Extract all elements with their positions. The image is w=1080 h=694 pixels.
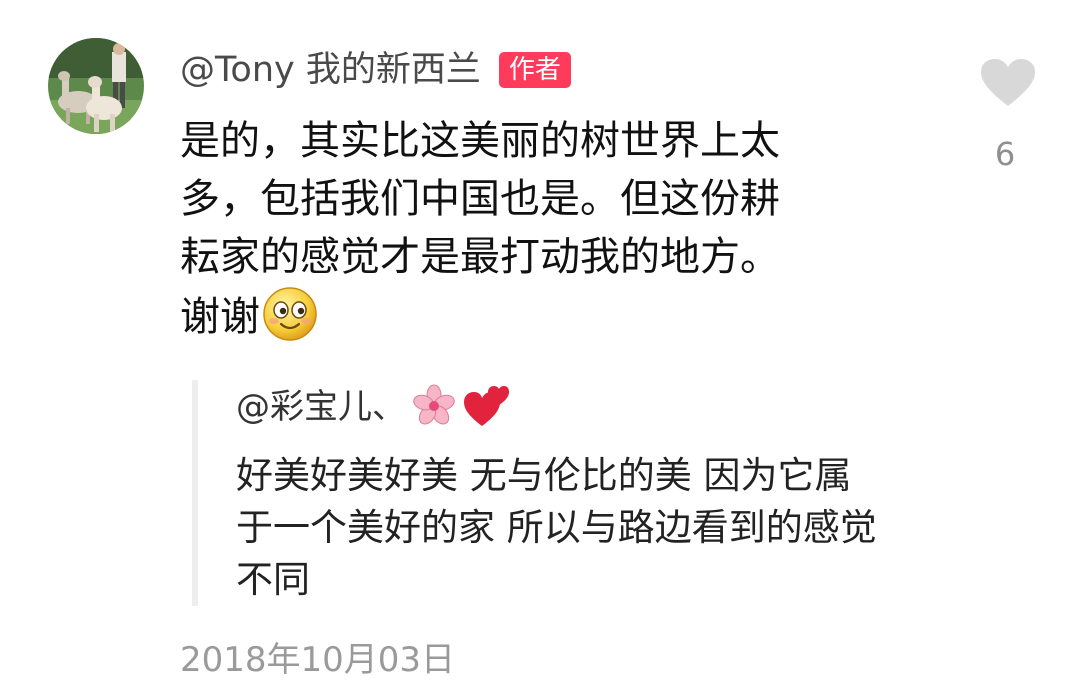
comment-body-line: 是的，其实比这美丽的树世界上太 (180, 118, 780, 164)
alpaca-photo-avatar-icon (48, 38, 144, 134)
comment-timestamp: 2018年10月03日 (180, 640, 456, 680)
quoted-body-line: 于一个美好的家 所以与路边看到的感觉 (236, 506, 877, 549)
quoted-body-line: 不同 (236, 558, 310, 601)
comment-body-line: 谢谢 (180, 286, 880, 346)
two-hearts-icon (462, 384, 510, 442)
like-count: 6 (994, 135, 1016, 173)
author-badge: 作者 (498, 52, 571, 88)
comment-body: 是的，其实比这美丽的树世界上太 多，包括我们中国也是。但这份耕 耘家的感觉才是最… (180, 112, 880, 346)
quoted-username[interactable]: @彩宝儿、 (236, 387, 406, 427)
comment-header: @Tony 我的新西兰 作者 (180, 44, 571, 96)
heart-icon (981, 59, 1035, 106)
avatar[interactable] (48, 38, 144, 134)
comment-username[interactable]: @Tony 我的新西兰 (180, 44, 481, 96)
comment-item: @Tony 我的新西兰 作者 是的，其实比这美丽的树世界上太 多，包括我们中国也… (0, 0, 1080, 694)
quoted-body: 好美好美好美 无与伦比的美 因为它属 于一个美好的家 所以与路边看到的感觉 不同 (236, 450, 1036, 606)
quoted-username-row: @彩宝儿、 (236, 382, 510, 442)
comment-body-line: 多，包括我们中国也是。但这份耕 (180, 176, 780, 222)
cherry-blossom-icon (412, 384, 456, 442)
smiley-face-icon (263, 287, 317, 341)
like-button[interactable]: 6 (980, 58, 1036, 174)
quoted-comment[interactable]: @彩宝儿、 好美好美好美 无与伦比的美 因为它属 于一个美好的家 所以与路边看到… (192, 380, 1038, 606)
quoted-body-line: 好美好美好美 无与伦比的美 因为它属 (236, 454, 852, 497)
comment-body-thanks: 谢谢 (180, 294, 260, 340)
comment-body-line: 耘家的感觉才是最打动我的地方。 (180, 234, 780, 280)
